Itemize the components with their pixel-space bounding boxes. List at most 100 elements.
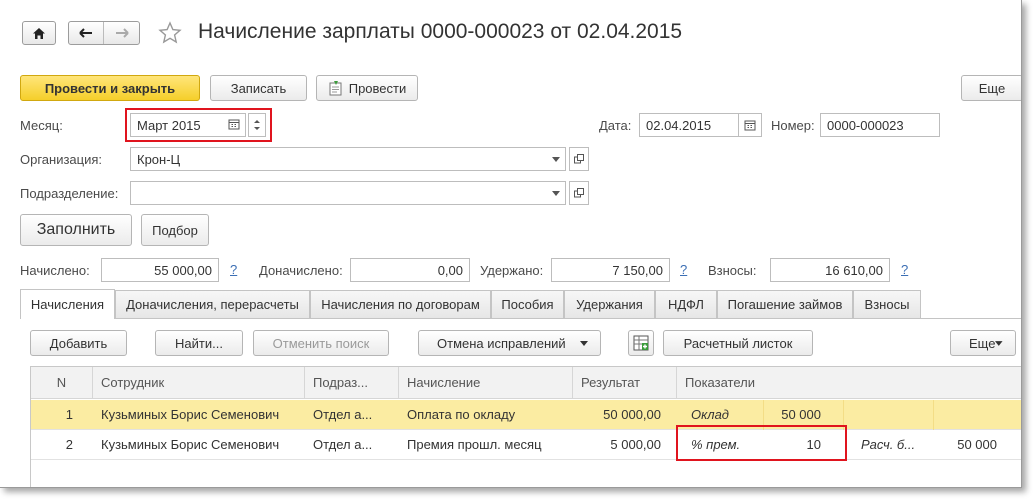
- tab-additional-accruals[interactable]: Доначисления, перерасчеты: [115, 290, 310, 318]
- dropdown-icon: [580, 340, 588, 346]
- cell-divider: [763, 400, 764, 430]
- home-icon: [33, 27, 45, 39]
- organization-open-button[interactable]: [569, 147, 589, 171]
- column-header-indicators[interactable]: Показатели: [677, 367, 1021, 398]
- organization-input[interactable]: Крон-Ц: [130, 147, 566, 171]
- withheld-label: Удержано:: [480, 263, 544, 278]
- table-row[interactable]: 2 Кузьминых Борис Семенович Отдел а... П…: [31, 430, 1021, 460]
- table-settings-icon: [633, 335, 649, 351]
- dropdown-icon: [552, 190, 560, 196]
- organization-label: Организация:: [20, 152, 103, 167]
- month-label: Месяц:: [20, 118, 63, 133]
- row-department: Отдел а...: [313, 437, 373, 452]
- cancel-search-button[interactable]: Отменить поиск: [253, 330, 389, 356]
- row-indicator-1-name: Оклад: [691, 407, 729, 422]
- spin-icon: [254, 120, 260, 130]
- row-accrual: Премия прошл. месяц: [407, 437, 542, 452]
- calendar-button[interactable]: [228, 118, 240, 133]
- row-indicator-1-name: % прем.: [691, 437, 741, 452]
- number-label: Номер:: [771, 118, 815, 133]
- find-button[interactable]: Найти...: [155, 330, 243, 356]
- document-window: Начисление зарплаты 0000-000023 от 02.04…: [0, 0, 1022, 488]
- column-header-employee[interactable]: Сотрудник: [93, 367, 305, 398]
- table-header: N Сотрудник Подраз... Начисление Результ…: [31, 367, 1021, 399]
- more-button[interactable]: Еще: [961, 75, 1021, 101]
- tab-accruals[interactable]: Начисления: [20, 289, 115, 319]
- department-label: Подразделение:: [20, 186, 119, 201]
- number-input[interactable]: 0000-000023: [820, 113, 940, 137]
- department-dropdown-button[interactable]: [546, 181, 566, 205]
- row-indicator-1-value: 10: [806, 437, 821, 452]
- withheld-value: 7 150,00: [551, 258, 670, 282]
- row-employee: Кузьминых Борис Семенович: [101, 407, 280, 422]
- open-icon: [574, 188, 584, 198]
- month-spin-button[interactable]: [248, 113, 266, 137]
- accrued-help-link[interactable]: ?: [230, 262, 237, 277]
- row-employee: Кузьминых Борис Семенович: [101, 437, 280, 452]
- tabs-divider: [20, 318, 1021, 319]
- cell-divider: [843, 400, 844, 430]
- post-button-label: Провести: [348, 80, 407, 96]
- row-result: 50 000,00: [603, 407, 661, 422]
- contributions-label: Взносы:: [708, 263, 757, 278]
- calendar-icon: [744, 120, 756, 131]
- tab-contract-accruals[interactable]: Начисления по договорам: [310, 290, 491, 318]
- row-number: 1: [65, 407, 73, 422]
- column-header-n[interactable]: N: [31, 367, 93, 398]
- date-input[interactable]: 02.04.2015: [639, 113, 739, 137]
- payslip-button[interactable]: Расчетный листок: [663, 330, 813, 356]
- extra-accrued-label: Доначислено:: [259, 263, 343, 278]
- department-open-button[interactable]: [569, 181, 589, 205]
- dropdown-icon: [552, 156, 560, 162]
- column-header-accrual[interactable]: Начисление: [399, 367, 573, 398]
- open-icon: [574, 154, 584, 164]
- row-indicator-2-name: [851, 400, 931, 429]
- favorite-star[interactable]: [158, 21, 182, 48]
- row-indicator-2-value: 50 000: [957, 437, 997, 452]
- cancel-corrections-button[interactable]: Отмена исправлений: [418, 330, 601, 356]
- pick-button[interactable]: Подбор: [141, 214, 209, 246]
- grid-more-button[interactable]: Еще: [950, 330, 1016, 356]
- tab-ndfl[interactable]: НДФЛ: [655, 290, 717, 318]
- row-department: Отдел а...: [313, 407, 373, 422]
- cell-divider: [933, 400, 934, 430]
- column-header-department[interactable]: Подраз...: [305, 367, 399, 398]
- calendar-icon: [228, 119, 240, 130]
- row-result: 5 000,00: [610, 437, 661, 452]
- forward-button[interactable]: [104, 22, 139, 44]
- row-accrual: Оплата по окладу: [407, 407, 516, 422]
- home-button[interactable]: [22, 21, 56, 45]
- contributions-help-link[interactable]: ?: [901, 262, 908, 277]
- accrued-label: Начислено:: [20, 263, 90, 278]
- grid-more-label: Еще: [969, 335, 996, 351]
- withheld-help-link[interactable]: ?: [680, 262, 687, 277]
- date-calendar-button[interactable]: [738, 113, 762, 137]
- table-settings-button[interactable]: [628, 330, 654, 356]
- page-title: Начисление зарплаты 0000-000023 от 02.04…: [198, 20, 683, 43]
- tab-loan-repayment[interactable]: Погашение займов: [717, 290, 853, 318]
- back-arrow-icon: [79, 28, 92, 38]
- cancel-corrections-label: Отмена исправлений: [437, 335, 566, 351]
- row-indicator-2-name: Расч. б...: [861, 437, 916, 452]
- contributions-value: 16 610,00: [770, 258, 890, 282]
- tab-contributions[interactable]: Взносы: [853, 290, 921, 318]
- post-button[interactable]: Провести: [316, 75, 418, 101]
- accruals-table: N Сотрудник Подраз... Начисление Результ…: [30, 366, 1021, 487]
- column-header-result[interactable]: Результат: [573, 367, 677, 398]
- extra-accrued-value: 0,00: [350, 258, 470, 282]
- add-button[interactable]: Добавить: [30, 330, 127, 356]
- department-input[interactable]: [130, 181, 566, 205]
- row-indicator-1-value: 50 000: [781, 407, 821, 422]
- save-button[interactable]: Записать: [210, 75, 307, 101]
- tab-benefits[interactable]: Пособия: [491, 290, 564, 318]
- dropdown-icon: [995, 340, 1003, 346]
- organization-dropdown-button[interactable]: [546, 147, 566, 171]
- post-and-close-button[interactable]: Провести и закрыть: [20, 75, 200, 101]
- back-button[interactable]: [69, 22, 105, 44]
- post-icon: [329, 81, 342, 96]
- star-icon: [158, 21, 182, 44]
- fill-button[interactable]: Заполнить: [20, 214, 132, 246]
- tab-deductions[interactable]: Удержания: [564, 290, 655, 318]
- table-row[interactable]: 1 Кузьминых Борис Семенович Отдел а... О…: [31, 400, 1021, 430]
- nav-buttons: [68, 21, 140, 45]
